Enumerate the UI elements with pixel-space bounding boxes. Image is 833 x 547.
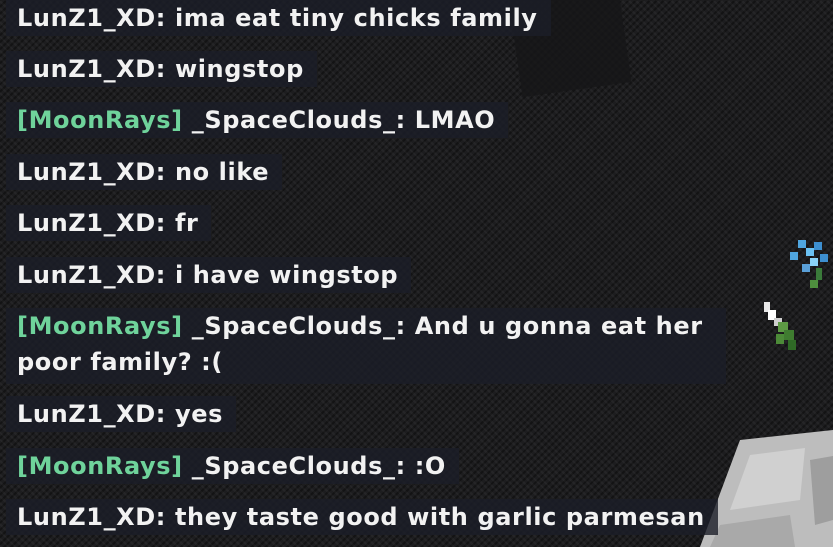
grey-stone-block	[700, 430, 833, 547]
player-name: LunZ1_XD	[17, 400, 156, 428]
chat-message: LunZ1_XD: fr	[6, 205, 212, 241]
message-text: wingstop	[174, 55, 304, 83]
name-separator: :	[155, 55, 175, 83]
chat-message: LunZ1_XD: ima eat tiny chicks family	[6, 0, 551, 36]
name-separator: :	[155, 158, 175, 186]
player-name: LunZ1_XD	[17, 158, 156, 186]
name-separator: :	[395, 452, 415, 480]
message-text: i have wingstop	[174, 261, 399, 289]
name-separator: :	[155, 209, 175, 237]
player-name: LunZ1_XD	[17, 4, 156, 32]
name-separator: :	[395, 106, 415, 134]
chat-message: LunZ1_XD: they taste good with garlic pa…	[6, 499, 718, 535]
chat-message: [MoonRays] _SpaceClouds_: And u gonna ea…	[6, 308, 726, 384]
message-text: ima eat tiny chicks family	[174, 4, 538, 32]
message-text: LMAO	[414, 106, 496, 134]
player-name: LunZ1_XD	[17, 209, 156, 237]
chat-message: LunZ1_XD: i have wingstop	[6, 257, 412, 293]
chat-message: [MoonRays] _SpaceClouds_: LMAO	[6, 102, 509, 138]
name-separator: :	[155, 4, 175, 32]
name-separator: :	[395, 312, 415, 340]
player-name: LunZ1_XD	[17, 261, 156, 289]
message-text: no like	[174, 158, 270, 186]
rank-prefix: [MoonRays]	[17, 312, 183, 340]
player-name: LunZ1_XD	[17, 503, 156, 531]
chat-message: LunZ1_XD: wingstop	[6, 51, 317, 87]
message-text: yes	[174, 400, 223, 428]
message-text: fr	[174, 209, 199, 237]
player-name: LunZ1_XD	[17, 55, 156, 83]
player-name: _SpaceClouds_	[191, 106, 396, 134]
name-separator: :	[155, 261, 175, 289]
blue-flower-sprite	[790, 240, 828, 288]
chat-message: LunZ1_XD: no like	[6, 154, 283, 190]
player-name: _SpaceClouds_	[191, 452, 396, 480]
name-separator: :	[155, 503, 175, 531]
chat-message: LunZ1_XD: yes	[6, 396, 236, 432]
message-text: :O	[414, 452, 446, 480]
rank-prefix: [MoonRays]	[17, 106, 183, 134]
white-flower-sprite	[764, 302, 796, 350]
rank-prefix: [MoonRays]	[17, 452, 183, 480]
chat-message: [MoonRays] _SpaceClouds_: :O	[6, 448, 459, 484]
name-separator: :	[155, 400, 175, 428]
player-name: _SpaceClouds_	[191, 312, 396, 340]
message-text: they taste good with garlic parmesan	[174, 503, 705, 531]
